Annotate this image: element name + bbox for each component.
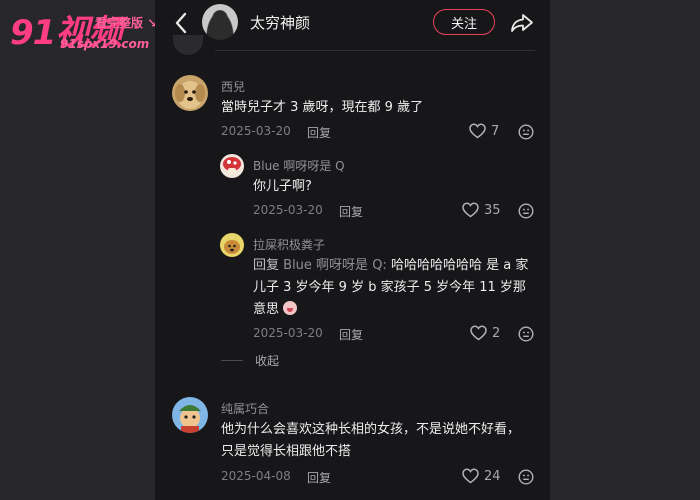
comment-date: 2025-03-20 [253, 326, 323, 340]
neutral-face-icon[interactable] [518, 124, 534, 140]
collapse-divider [221, 360, 243, 361]
heart-outline-icon [462, 202, 479, 218]
reply-button[interactable]: 回复 [339, 326, 363, 343]
comment-text: 你儿子啊? [253, 179, 312, 194]
avatar-golden-dog[interactable] [172, 75, 208, 111]
chevron-left-icon [175, 12, 187, 34]
author-name[interactable]: 太穷神颜 [250, 12, 310, 33]
dog-avatar-image [172, 75, 208, 111]
reply-button[interactable]: 回复 [339, 203, 363, 220]
reply-target-user[interactable]: Blue 啊呀呀是 Q: [283, 258, 387, 273]
comment-text: 當時兒子才 3 歲呀，現在都 9 歲了 [221, 100, 424, 115]
avatar-mushroom[interactable] [220, 154, 244, 178]
previous-comment-edge [173, 35, 203, 55]
comment-panel: 太穷神颜 关注 西兒 當時兒子才 3 歲呀，現在都 9 歲了 2025-03-2… [155, 0, 550, 500]
follow-button[interactable]: 关注 [433, 9, 495, 35]
avatar-cartoon-dog[interactable] [220, 233, 244, 257]
like-count: 2 [492, 325, 501, 341]
comment-date: 2025-04-08 [221, 469, 291, 483]
mushroom-avatar-image [220, 154, 244, 178]
like-button[interactable]: 2 [470, 325, 500, 341]
neutral-face-icon[interactable] [518, 203, 534, 219]
like-count: 7 [491, 123, 500, 139]
back-button[interactable] [173, 10, 189, 36]
comment-date: 2025-03-20 [253, 203, 323, 217]
heart-outline-icon [470, 325, 487, 341]
like-button[interactable]: 7 [469, 123, 499, 139]
avatar-cartoon-character[interactable] [172, 397, 208, 433]
comment-text: 回复 Blue 啊呀呀是 Q: 哈哈哈哈哈哈哈 是 a 家儿子 3 岁今年 9 … [253, 255, 535, 321]
watermark-url: 91spx19.com [60, 37, 150, 51]
like-count: 24 [484, 468, 501, 484]
neutral-face-icon[interactable] [518, 469, 534, 485]
cartoon-character-avatar-image [172, 397, 208, 433]
comment-text: 他为什么会喜欢这种长相的女孩，不是说她不好看，只是觉得长相跟他不搭 [221, 422, 521, 459]
reply-button[interactable]: 回复 [307, 469, 331, 486]
top-bar: 太穷神颜 关注 [155, 0, 550, 50]
neutral-face-icon[interactable] [518, 326, 534, 342]
like-button[interactable]: 35 [462, 202, 501, 218]
crying-laugh-emoji-icon [283, 301, 298, 315]
comment-author[interactable]: 西兒 [221, 78, 245, 95]
reply-prefix: 回复 [253, 258, 280, 273]
like-button[interactable]: 24 [462, 468, 501, 484]
comment-date: 2025-03-20 [221, 124, 291, 138]
comment-author[interactable]: Blue 啊呀呀是 Q [253, 157, 345, 174]
comment-author[interactable]: 拉屎积极粪子 [253, 236, 325, 253]
heart-outline-icon [462, 468, 479, 484]
author-avatar[interactable] [202, 4, 238, 40]
divider [215, 50, 535, 51]
like-count: 35 [484, 202, 501, 218]
reply-button[interactable]: 回复 [307, 124, 331, 141]
comment-author[interactable]: 纯属巧合 [221, 400, 269, 417]
share-arrow-icon[interactable] [509, 10, 535, 36]
collapse-replies-button[interactable]: 收起 [255, 352, 279, 369]
heart-outline-icon [469, 123, 486, 139]
cartoon-dog-avatar-image [220, 233, 244, 257]
